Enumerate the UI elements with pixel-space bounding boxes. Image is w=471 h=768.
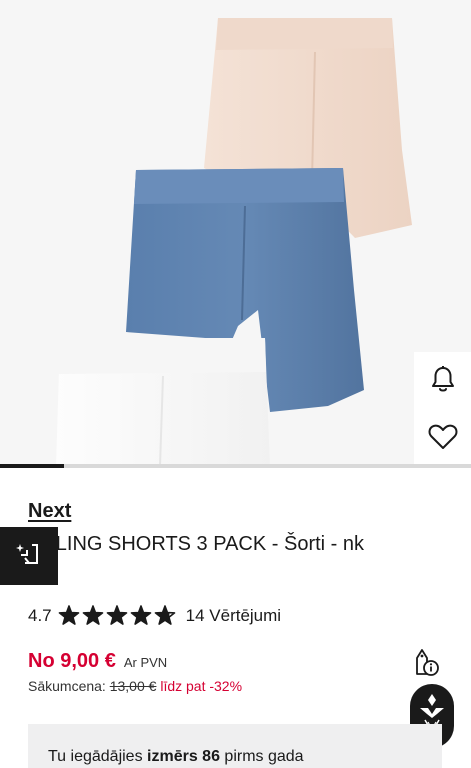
product-title: YCLING SHORTS 3 PACK - Šorti - nk bbox=[28, 533, 365, 555]
size-banner-prefix: Tu iegādājies bbox=[48, 748, 143, 765]
wishlist-button[interactable] bbox=[414, 410, 471, 468]
rating-count-link[interactable]: 14 Vērtējumi bbox=[186, 606, 281, 626]
original-price-value: 13,00 € bbox=[109, 678, 157, 694]
product-image[interactable] bbox=[0, 0, 471, 466]
notify-button[interactable] bbox=[414, 352, 471, 410]
star-fill-1 bbox=[59, 606, 79, 625]
bell-icon bbox=[430, 365, 456, 398]
original-price-row: Sākumcena: 13,00 € līdz pat -32% bbox=[28, 678, 242, 694]
heart-icon bbox=[428, 424, 458, 455]
previous-size-banner: Tu iegādājies izmērs 86 pirms gada bbox=[28, 724, 442, 768]
rating-score: 4.7 bbox=[28, 606, 52, 625]
current-price: No 9,00 € bbox=[28, 650, 116, 672]
rating: 4.7 14 Vērtējumi bbox=[28, 604, 281, 628]
vat-label: Ar PVN bbox=[123, 655, 168, 670]
white-shorts bbox=[56, 338, 270, 466]
size-banner-suffix: pirms gada bbox=[224, 748, 304, 765]
compare-button[interactable] bbox=[0, 527, 58, 585]
star-fill-3 bbox=[107, 606, 127, 625]
original-price-label: Sākumcena: bbox=[28, 678, 106, 694]
price-row: No 9,00 € Ar PVN bbox=[28, 650, 167, 673]
image-carousel-progress bbox=[0, 464, 471, 468]
size-banner-size: izmērs 86 bbox=[147, 748, 220, 765]
price-tag-info-icon bbox=[412, 647, 440, 682]
price-info-button[interactable] bbox=[410, 648, 442, 680]
rating-stars bbox=[58, 605, 178, 627]
brand-link[interactable]: Next bbox=[28, 500, 71, 523]
product-photo bbox=[56, 18, 412, 466]
carousel-progress-fill bbox=[0, 464, 64, 468]
discount-label: līdz pat -32% bbox=[160, 678, 243, 694]
star-fill-4 bbox=[131, 606, 151, 625]
star-fill-2 bbox=[83, 606, 103, 625]
compare-icon bbox=[16, 541, 42, 572]
